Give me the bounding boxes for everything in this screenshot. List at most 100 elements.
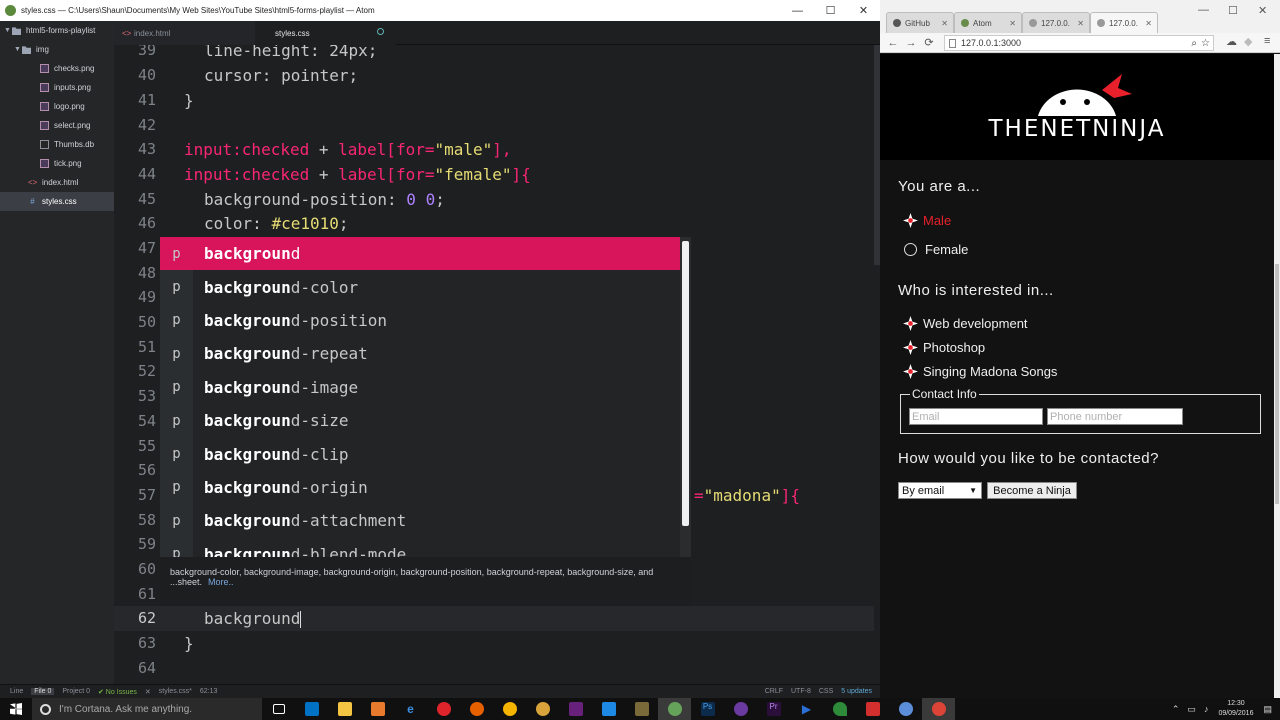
page-scrollbar[interactable] <box>1274 54 1280 698</box>
clock[interactable]: 12:30 09/09/2016 <box>1218 699 1253 719</box>
task-view-icon[interactable] <box>262 698 295 720</box>
tree-file-selected[interactable]: # styles.css <box>0 192 114 211</box>
extension-icon[interactable]: ☁ <box>1226 35 1237 48</box>
star-icon[interactable]: ☆ <box>1201 38 1210 49</box>
outlook-icon[interactable] <box>295 698 328 720</box>
close-icon[interactable]: ✕ <box>1145 19 1152 28</box>
tray-chevron-icon[interactable]: ⌃ <box>1172 704 1180 715</box>
photoshop-icon[interactable]: Ps <box>691 698 724 720</box>
close-button[interactable]: ✕ <box>1258 4 1267 17</box>
tree-file[interactable]: <> index.html <box>0 173 114 192</box>
media-player-icon[interactable]: ▶ <box>790 698 823 720</box>
minimize-button[interactable]: — <box>1198 4 1209 16</box>
status-filename[interactable]: styles.css* <box>159 688 192 695</box>
close-icon[interactable]: ✕ <box>941 19 948 28</box>
chrome-active-icon[interactable] <box>922 698 955 720</box>
tab-index-html[interactable]: <> index.html <box>114 21 255 45</box>
status-updates[interactable]: 5 updates <box>841 688 872 695</box>
tree-folder-img[interactable]: ▼ img <box>0 40 114 59</box>
start-button[interactable] <box>0 698 32 720</box>
network-icon[interactable]: ▭ <box>1187 704 1196 715</box>
checkbox-interest[interactable]: Web development <box>903 314 1028 332</box>
tab-styles-css[interactable]: styles.css <box>255 21 396 45</box>
tree-file[interactable]: select.png <box>0 116 114 135</box>
radio-male[interactable]: Male <box>903 211 951 229</box>
checkbox-interest[interactable]: Singing Madona Songs <box>903 362 1057 380</box>
extension-icon[interactable]: ◆ <box>1244 35 1252 48</box>
chrome-canary-icon[interactable] <box>526 698 559 720</box>
visual-studio-icon[interactable] <box>559 698 592 720</box>
menu-button[interactable]: ≡ <box>1264 35 1270 47</box>
app-icon[interactable] <box>592 698 625 720</box>
autocomplete-item[interactable]: p backgroun d-clip <box>160 437 680 471</box>
phone-field[interactable]: Phone number <box>1047 408 1183 425</box>
scrollbar-thumb[interactable] <box>1275 264 1279 504</box>
tree-file[interactable]: inputs.png <box>0 78 114 97</box>
tree-file[interactable]: checks.png <box>0 59 114 78</box>
app-icon[interactable] <box>625 698 658 720</box>
tree-file[interactable]: logo.png <box>0 97 114 116</box>
maximize-button[interactable]: ☐ <box>814 4 847 17</box>
more-link[interactable]: More.. <box>208 577 234 587</box>
email-field[interactable]: Email <box>909 408 1043 425</box>
edge-icon[interactable]: e <box>394 698 427 720</box>
autocomplete-item[interactable]: p backgroun d-blend-mode <box>160 537 680 557</box>
status-project[interactable]: Project 0 <box>62 688 90 695</box>
browser-tab[interactable]: 127.0.0. ✕ <box>1022 12 1090 33</box>
submit-button[interactable]: Become a Ninja <box>987 482 1077 499</box>
firefox-icon[interactable] <box>460 698 493 720</box>
tree-file[interactable]: Thumbs.db <box>0 135 114 154</box>
checkbox-interest[interactable]: Photoshop <box>903 338 985 356</box>
close-icon[interactable]: ✕ <box>145 688 151 696</box>
atom-taskbar-icon[interactable] <box>658 698 691 720</box>
app-icon[interactable] <box>823 698 856 720</box>
contact-method-select[interactable]: By email ▼ <box>898 482 982 499</box>
autocomplete-item[interactable]: p backgroun d-size <box>160 404 680 438</box>
opera-icon[interactable] <box>427 698 460 720</box>
chrome-icon[interactable] <box>493 698 526 720</box>
modified-dot-icon[interactable] <box>377 28 384 35</box>
file-explorer-icon[interactable] <box>328 698 361 720</box>
app-icon[interactable] <box>724 698 757 720</box>
status-issues[interactable]: ✔ No Issues <box>98 688 137 696</box>
tree-root-folder[interactable]: ▼ html5-forms-playlist <box>0 21 114 40</box>
reload-button[interactable]: ⟳ <box>920 36 938 49</box>
browser-tab-active[interactable]: 127.0.0. ✕ <box>1090 12 1158 33</box>
browser-tab[interactable]: Atom ✕ <box>954 12 1022 33</box>
status-file[interactable]: File 0 <box>31 688 55 695</box>
site-logo[interactable]: THENETNINJA <box>880 74 1274 144</box>
autocomplete-item[interactable]: p backgroun d <box>160 237 680 271</box>
status-cursor-pos[interactable]: 62:13 <box>200 688 218 695</box>
tree-file[interactable]: tick.png <box>0 154 114 173</box>
back-button[interactable]: ← <box>884 37 902 49</box>
autocomplete-item[interactable]: p backgroun d-origin <box>160 470 680 505</box>
cortana-search[interactable]: I'm Cortana. Ask me anything. <box>32 698 262 720</box>
autocomplete-item[interactable]: p backgroun d-color <box>160 270 680 304</box>
app-icon[interactable] <box>889 698 922 720</box>
close-button[interactable]: ✕ <box>847 4 880 17</box>
close-icon[interactable]: ✕ <box>1077 19 1084 28</box>
premiere-icon[interactable]: Pr <box>757 698 790 720</box>
autocomplete-item[interactable]: p backgroun d-position <box>160 303 680 338</box>
autocomplete-item[interactable]: p backgroun d-image <box>160 370 680 404</box>
address-bar[interactable]: 127.0.0.1:3000 ⌕ ☆ <box>944 35 1214 51</box>
notifications-icon[interactable]: ▤ <box>1263 704 1272 715</box>
radio-female[interactable]: Female <box>903 240 968 258</box>
autocomplete-item[interactable]: p backgroun d-repeat <box>160 337 680 371</box>
autocomplete-item[interactable]: p backgroun d-attachment <box>160 504 680 538</box>
volume-icon[interactable]: ♪ <box>1204 704 1209 714</box>
close-icon[interactable]: ✕ <box>1009 19 1016 28</box>
browser-tab[interactable]: GitHub ✕ <box>886 12 954 33</box>
zoom-icon[interactable]: ⌕ <box>1191 38 1197 49</box>
autocomplete-scrollbar[interactable] <box>680 237 691 557</box>
scrollbar-thumb[interactable] <box>682 241 689 526</box>
store-icon[interactable] <box>361 698 394 720</box>
status-line[interactable]: Line <box>10 688 23 695</box>
maximize-button[interactable]: ☐ <box>1228 4 1238 17</box>
status-grammar[interactable]: CSS <box>819 688 833 695</box>
app-icon[interactable] <box>856 698 889 720</box>
status-encoding[interactable]: UTF-8 <box>791 688 811 695</box>
minimize-button[interactable]: — <box>781 5 814 17</box>
forward-button[interactable]: → <box>902 37 920 49</box>
status-eol[interactable]: CRLF <box>765 688 783 695</box>
